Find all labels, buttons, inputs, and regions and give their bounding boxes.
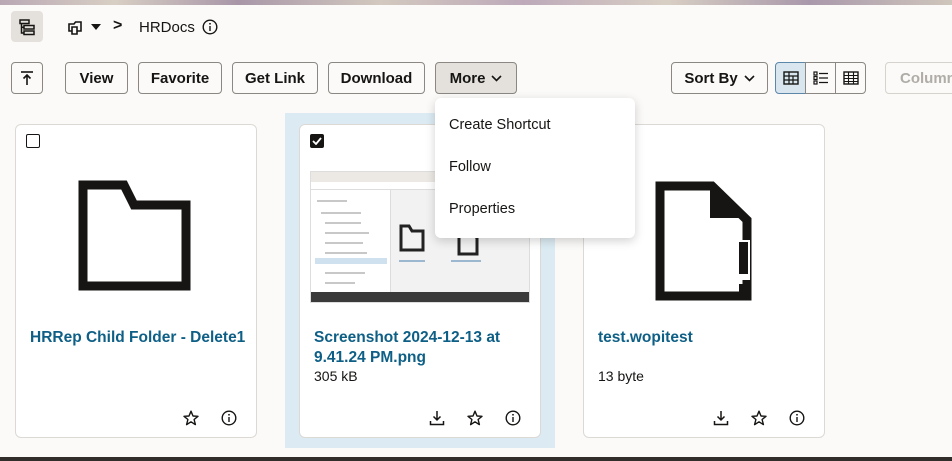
breadcrumb-menu-button[interactable]	[89, 18, 103, 36]
get-link-button[interactable]: Get Link	[232, 62, 318, 94]
file-size: 13 byte	[598, 368, 644, 384]
sort-by-button[interactable]: Sort By	[671, 62, 768, 94]
info-icon	[221, 410, 237, 426]
grid-view-icon	[782, 71, 799, 85]
menu-item-follow[interactable]: Follow	[435, 146, 635, 188]
info-button[interactable]	[218, 407, 240, 429]
info-button[interactable]	[502, 407, 524, 429]
breadcrumb-root-button[interactable]	[66, 18, 84, 36]
chevron-down-icon	[491, 74, 502, 82]
more-menu-button[interactable]: More	[435, 62, 517, 94]
star-icon	[751, 410, 767, 426]
star-icon	[183, 410, 199, 426]
download-action[interactable]	[426, 407, 448, 429]
more-dropdown-menu: Create Shortcut Follow Properties	[435, 98, 635, 238]
favorite-toggle[interactable]	[180, 407, 202, 429]
favorite-button[interactable]: Favorite	[138, 62, 222, 94]
up-level-button[interactable]	[11, 62, 43, 94]
grid-view-toggle[interactable]	[775, 62, 806, 94]
table-view-toggle[interactable]	[835, 62, 866, 94]
file-name-link[interactable]: Screenshot 2024-12-13 at 9.41.24 PM.png	[314, 328, 530, 368]
more-button-label: More	[449, 69, 486, 87]
folders-icon	[67, 20, 82, 35]
menu-item-properties[interactable]: Properties	[435, 188, 635, 230]
card-actions	[710, 407, 808, 429]
star-icon	[467, 410, 483, 426]
file-name-link[interactable]: test.wopitest	[598, 328, 814, 348]
download-icon	[429, 411, 445, 426]
download-icon	[713, 411, 729, 426]
file-size: 305 kB	[314, 368, 358, 384]
top-banner-strip	[0, 0, 952, 5]
select-checkbox[interactable]	[26, 134, 40, 148]
file-warning-icon	[655, 181, 752, 301]
folder-info-button[interactable]	[201, 18, 219, 36]
folder-tree-toggle-button[interactable]	[11, 11, 43, 42]
checkmark-icon	[312, 137, 322, 145]
breadcrumb-current: HRDocs	[139, 19, 195, 36]
table-view-icon	[842, 71, 859, 85]
select-checkbox[interactable]	[310, 134, 324, 148]
card-actions	[426, 407, 524, 429]
sort-button-label: Sort By	[684, 69, 738, 87]
menu-item-create-shortcut[interactable]: Create Shortcut	[435, 104, 635, 146]
view-button[interactable]: View	[65, 62, 128, 94]
file-card[interactable]: HRRep Child Folder - Delete1	[15, 124, 257, 438]
caret-down-icon	[91, 24, 101, 30]
breadcrumb-separator: >	[113, 17, 123, 34]
folder-tree-icon	[19, 18, 35, 35]
folder-icon	[78, 180, 191, 291]
chevron-down-icon	[744, 74, 755, 82]
list-view-toggle[interactable]	[805, 62, 836, 94]
columns-button[interactable]: Column	[885, 62, 952, 94]
info-icon	[789, 410, 805, 426]
view-mode-switcher	[775, 62, 866, 94]
list-view-icon	[812, 71, 828, 85]
download-button[interactable]: Download	[328, 62, 425, 94]
up-level-icon	[21, 71, 33, 85]
info-button[interactable]	[786, 407, 808, 429]
favorite-toggle[interactable]	[464, 407, 486, 429]
favorite-toggle[interactable]	[748, 407, 770, 429]
download-action[interactable]	[710, 407, 732, 429]
info-icon	[202, 19, 218, 35]
info-icon	[505, 410, 521, 426]
card-actions	[180, 407, 240, 429]
file-name-link[interactable]: HRRep Child Folder - Delete1	[30, 328, 246, 348]
bottom-border	[0, 457, 952, 461]
